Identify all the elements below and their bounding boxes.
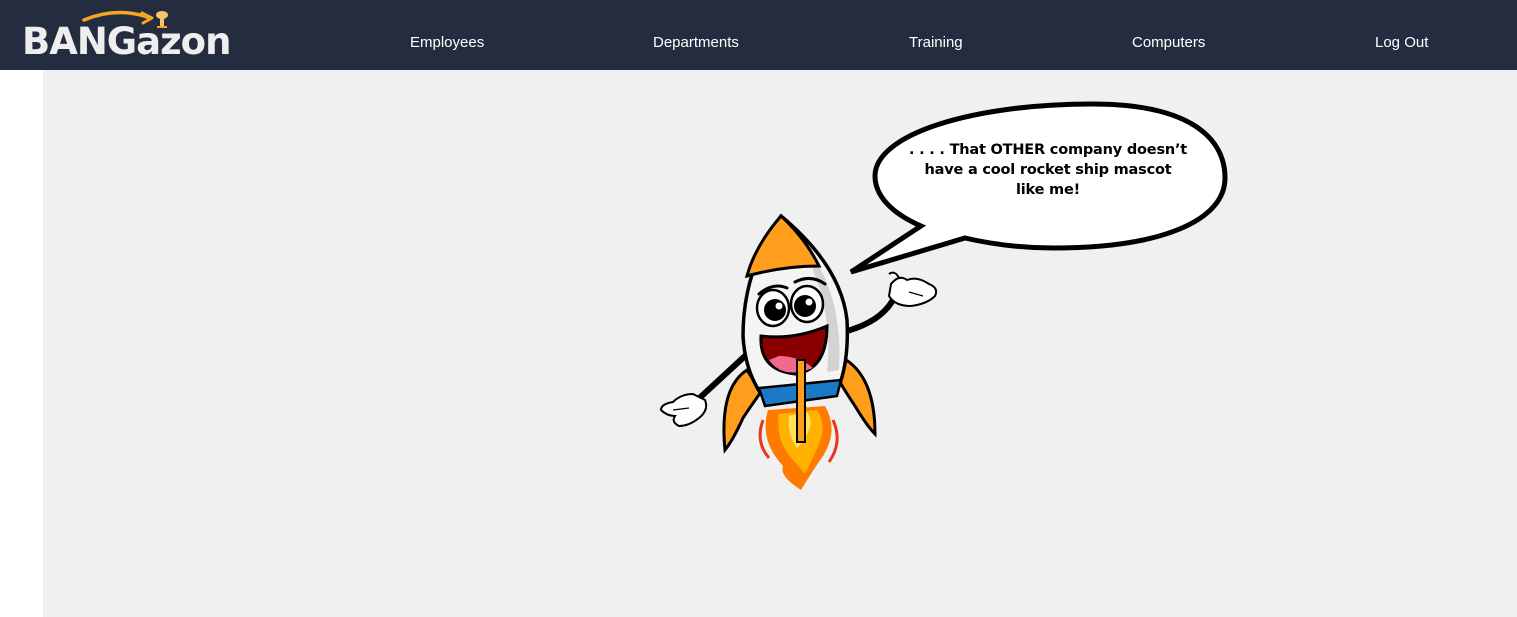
nav-link-log-out[interactable]: Log Out [1375, 34, 1428, 52]
nav-link-departments[interactable]: Departments [653, 34, 739, 52]
rocket-nose-cone-icon [744, 213, 822, 279]
brand-logo[interactable]: BANGazon [22, 8, 231, 64]
brand-name: BANGazon [22, 20, 231, 63]
top-navbar: BANGazon Employees Departments Training … [0, 0, 1517, 70]
right-glove-icon [887, 271, 938, 308]
main-content: . . . . That OTHER company doesn’t have … [43, 70, 1517, 617]
nav-link-training[interactable]: Training [909, 34, 963, 52]
speech-bubble-text: . . . . That OTHER company doesn’t have … [908, 142, 1188, 198]
left-glove-icon [659, 392, 708, 428]
nav-link-employees[interactable]: Employees [410, 34, 484, 52]
nav-link-computers[interactable]: Computers [1132, 34, 1205, 52]
